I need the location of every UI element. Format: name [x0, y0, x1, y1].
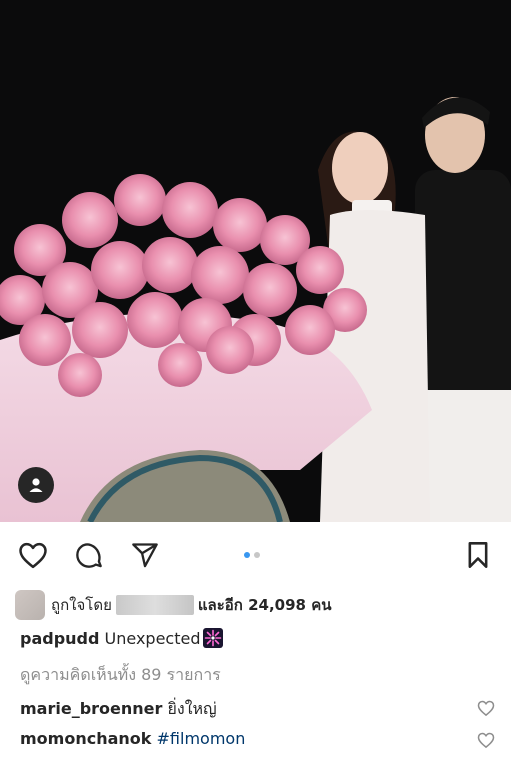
likes-prefix: ถูกใจโดย [51, 596, 112, 614]
person-icon [29, 478, 43, 492]
view-all-comments-link[interactable]: ดูความคิดเห็นทั้ง 89 รายการ [20, 663, 221, 688]
sparkle-firework-icon [202, 628, 223, 648]
bookmark-icon[interactable] [463, 540, 493, 570]
action-bar [0, 522, 511, 586]
heart-icon[interactable] [18, 540, 48, 570]
caption-username[interactable]: padpudd [20, 629, 99, 648]
photo-illustration [0, 0, 511, 522]
carousel-dot [254, 552, 260, 558]
likes-count[interactable]: และอีก 24,098 คน [198, 593, 332, 617]
comment-row: momonchanok #filmomon [20, 729, 245, 748]
likes-summary: ถูกใจโดย และอีก 24,098 คน [15, 589, 332, 621]
comment-username[interactable]: momonchanok [20, 729, 151, 748]
user-tag-icon[interactable] [18, 467, 54, 503]
liker-avatar[interactable] [15, 590, 45, 620]
comment-hashtag[interactable]: #filmomon [157, 729, 246, 748]
caption-text: Unexpected [104, 629, 201, 648]
post-photo[interactable] [0, 0, 511, 522]
caption: padpudd Unexpected [20, 628, 223, 648]
comment-row: marie_broenner ยิ่งใหญ่ [20, 697, 217, 722]
comment-username[interactable]: marie_broenner [20, 699, 162, 718]
comment-icon[interactable] [74, 540, 104, 570]
carousel-indicator [244, 552, 260, 558]
carousel-dot [244, 552, 250, 558]
blurred-liker-name[interactable] [115, 595, 194, 615]
comment-text: ยิ่งใหญ่ [167, 699, 217, 718]
comment-like-heart-icon[interactable] [477, 699, 495, 717]
send-icon[interactable] [130, 540, 160, 570]
comment-like-heart-icon[interactable] [477, 731, 495, 749]
